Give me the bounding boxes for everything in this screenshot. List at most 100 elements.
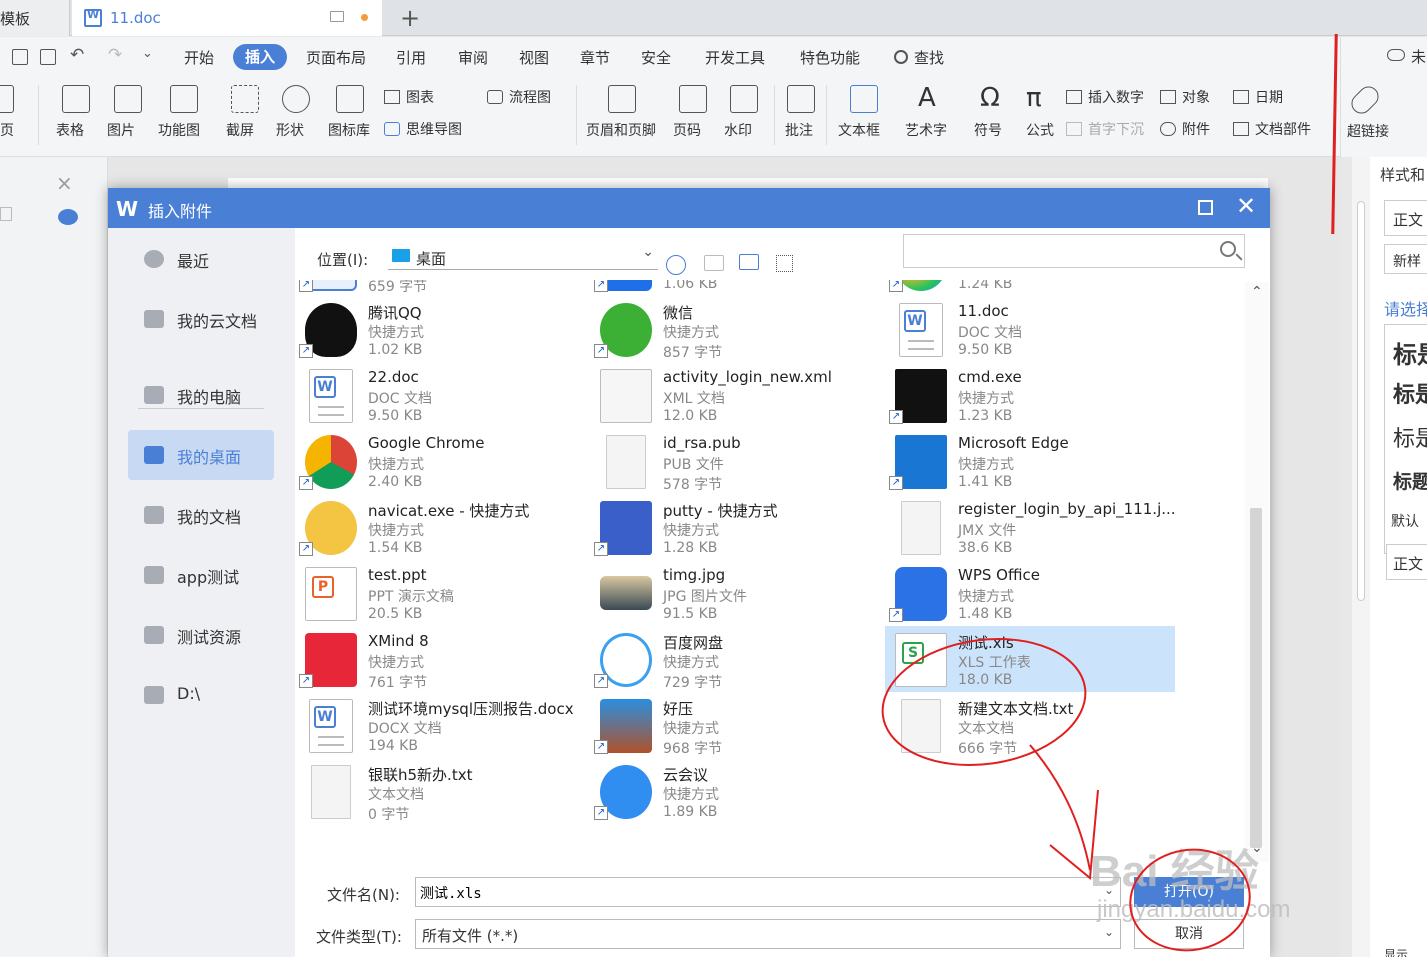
file-item[interactable]: ↗ 云会议 快捷方式 1.89 KB [590, 758, 880, 824]
menu-view[interactable]: 视图 [519, 47, 549, 68]
ribbon-wordart[interactable]: 艺术字 [905, 120, 947, 140]
menu-features[interactable]: 特色功能 [800, 47, 860, 68]
heading4-style[interactable]: 标题 [1393, 467, 1427, 494]
ribbon-screenshot[interactable]: 截屏 [226, 120, 254, 140]
ribbon-table[interactable]: 表格 [56, 120, 84, 140]
wordart-icon[interactable]: A [918, 85, 946, 113]
sidebar-item-test-resources[interactable]: 测试资源 [128, 610, 274, 660]
file-item[interactable]: W 22.doc DOC 文档 9.50 KB [295, 362, 585, 428]
file-item[interactable]: timg.jpg JPG 图片文件 91.5 KB [590, 560, 880, 626]
ribbon-attachment[interactable]: 附件 [1160, 119, 1210, 139]
styles-pane-scrollbar[interactable] [1352, 157, 1370, 957]
undo-icon[interactable]: ↶ [70, 45, 84, 65]
scroll-thumb[interactable] [1250, 508, 1262, 848]
pi-formula-icon[interactable]: π [1026, 85, 1054, 113]
ribbon-page[interactable]: 页 [0, 120, 14, 140]
file-item[interactable]: ↗ 微信 快捷方式 857 字节 [590, 296, 880, 362]
menu-reference[interactable]: 引用 [396, 47, 426, 68]
file-item[interactable]: ↗快捷方式1.24 KB [885, 280, 1175, 296]
default-style[interactable]: 默认 [1391, 511, 1419, 531]
search-box[interactable] [903, 234, 1245, 268]
customize-chevron-icon[interactable]: ⌄ [142, 46, 153, 61]
file-list-scrollbar[interactable]: ⌃ ⌄ [1245, 282, 1269, 862]
menu-start[interactable]: 开始 [184, 47, 214, 68]
ribbon-object[interactable]: 对象 [1160, 87, 1210, 107]
new-style-button[interactable]: 新样 [1384, 244, 1427, 274]
sidebar-item-app-test[interactable]: app测试 [128, 550, 274, 600]
new-folder-button[interactable] [739, 254, 759, 270]
current-style-box[interactable]: 正文 [1384, 200, 1427, 236]
ribbon-watermark[interactable]: 水印 [724, 120, 752, 140]
shapes-icon[interactable] [282, 85, 310, 113]
sidebar-item-d-drive[interactable]: D:\ [128, 670, 274, 720]
file-item[interactable]: 银联h5新办.txt 文本文档 0 字节 [295, 758, 585, 824]
file-item[interactable]: W 11.doc DOC 文档 9.50 KB [885, 296, 1175, 362]
menu-devtools[interactable]: 开发工具 [705, 47, 765, 68]
file-item[interactable]: activity_login_new.xml XML 文档 12.0 KB [590, 362, 880, 428]
heading1-style[interactable]: 标是 [1393, 335, 1427, 370]
ribbon-picture[interactable]: 图片 [107, 120, 135, 140]
menu-layout[interactable]: 页面布局 [306, 47, 366, 68]
sidebar-item-computer[interactable]: 我的电脑 [128, 370, 274, 420]
ribbon-doc-parts[interactable]: 文档部件 [1233, 119, 1311, 139]
function-chart-icon[interactable] [170, 85, 198, 113]
menu-review[interactable]: 审阅 [458, 47, 488, 68]
file-item[interactable]: ↗ Google Chrome 快捷方式 2.40 KB [295, 428, 585, 494]
icon-library-icon[interactable] [336, 85, 364, 113]
monitor-icon[interactable] [330, 11, 344, 22]
page-number-icon[interactable] [679, 85, 707, 113]
file-item[interactable]: ↗ XMind 8 快捷方式 761 字节 [295, 626, 585, 692]
hyperlink-icon[interactable] [1347, 82, 1383, 118]
ribbon-function-chart[interactable]: 功能图 [158, 120, 200, 140]
menu-section[interactable]: 章节 [580, 47, 610, 68]
view-mode-button[interactable] [776, 255, 793, 272]
header-footer-icon[interactable] [608, 85, 636, 113]
file-item[interactable]: Ptest.ppt PPT 演示文稿 20.5 KB [295, 560, 585, 626]
redo-icon[interactable]: ↷ [108, 45, 122, 65]
maximize-button[interactable] [1198, 200, 1213, 215]
cloud-icon[interactable] [1387, 49, 1405, 61]
ribbon-textbox[interactable]: 文本框 [838, 120, 880, 140]
close-pane-icon[interactable]: × [56, 171, 73, 195]
ribbon-hyperlink[interactable]: 超链接 [1347, 121, 1389, 141]
heading2-style[interactable]: 标是 [1393, 377, 1427, 409]
assistant-icon[interactable] [58, 209, 78, 225]
print-preview-icon[interactable] [40, 49, 56, 65]
ribbon-shapes[interactable]: 形状 [276, 120, 304, 140]
sidebar-item-desktop[interactable]: 我的桌面 [128, 430, 274, 480]
table-icon[interactable] [62, 85, 90, 113]
menu-security[interactable]: 安全 [641, 47, 671, 68]
new-tab-button[interactable]: + [400, 4, 420, 32]
scroll-up-icon[interactable]: ⌃ [1251, 284, 1263, 300]
file-item[interactable]: ↗ 腾讯QQ 快捷方式 1.02 KB [295, 296, 585, 362]
filetype-select[interactable]: 所有文件 (*.*) ⌄ [415, 919, 1121, 949]
location-dropdown[interactable]: 桌面 ⌄ [388, 244, 658, 270]
ribbon-insert-number[interactable]: 插入数字 [1066, 87, 1144, 107]
sidebar-item-documents[interactable]: 我的文档 [128, 490, 274, 540]
sidebar-item-cloud[interactable]: 我的云文档 [128, 294, 274, 344]
filename-input[interactable] [420, 882, 1100, 904]
file-item[interactable]: 新建文本文档.txt 文本文档 666 字节 [885, 692, 1175, 758]
filename-field[interactable]: ⌄ [415, 877, 1121, 907]
file-item[interactable]: ↗ Microsoft Edge 快捷方式 1.41 KB [885, 428, 1175, 494]
ribbon-page-number[interactable]: 页码 [673, 120, 701, 140]
ribbon-symbol[interactable]: 符号 [974, 120, 1002, 140]
scroll-thumb[interactable] [1357, 201, 1365, 601]
file-item[interactable]: ↗快捷方式1.06 KB [590, 280, 880, 296]
comment-icon[interactable] [787, 85, 815, 113]
screenshot-icon[interactable] [231, 85, 259, 113]
file-item[interactable]: S 测试.xls XLS 工作表 18.0 KB [885, 626, 1175, 692]
up-folder-button[interactable] [704, 255, 724, 271]
picture-icon[interactable] [114, 85, 142, 113]
ribbon-chart[interactable]: 图表 [384, 87, 434, 107]
menu-find[interactable]: 查找 [914, 47, 944, 68]
file-item[interactable]: id_rsa.pub PUB 文件 578 字节 [590, 428, 880, 494]
file-item[interactable]: ↗ cmd.exe 快捷方式 1.23 KB [885, 362, 1175, 428]
textbox-icon[interactable] [850, 85, 878, 113]
ribbon-formula[interactable]: 公式 [1026, 120, 1054, 140]
menu-insert[interactable]: 插入 [233, 44, 287, 70]
print-icon[interactable] [12, 49, 28, 65]
file-item[interactable]: W 测试环境mysql压测报告.docx DOCX 文档 194 KB [295, 692, 585, 758]
ribbon-date[interactable]: 日期 [1233, 87, 1283, 107]
file-item[interactable]: ↗ 百度网盘 快捷方式 729 字节 [590, 626, 880, 692]
